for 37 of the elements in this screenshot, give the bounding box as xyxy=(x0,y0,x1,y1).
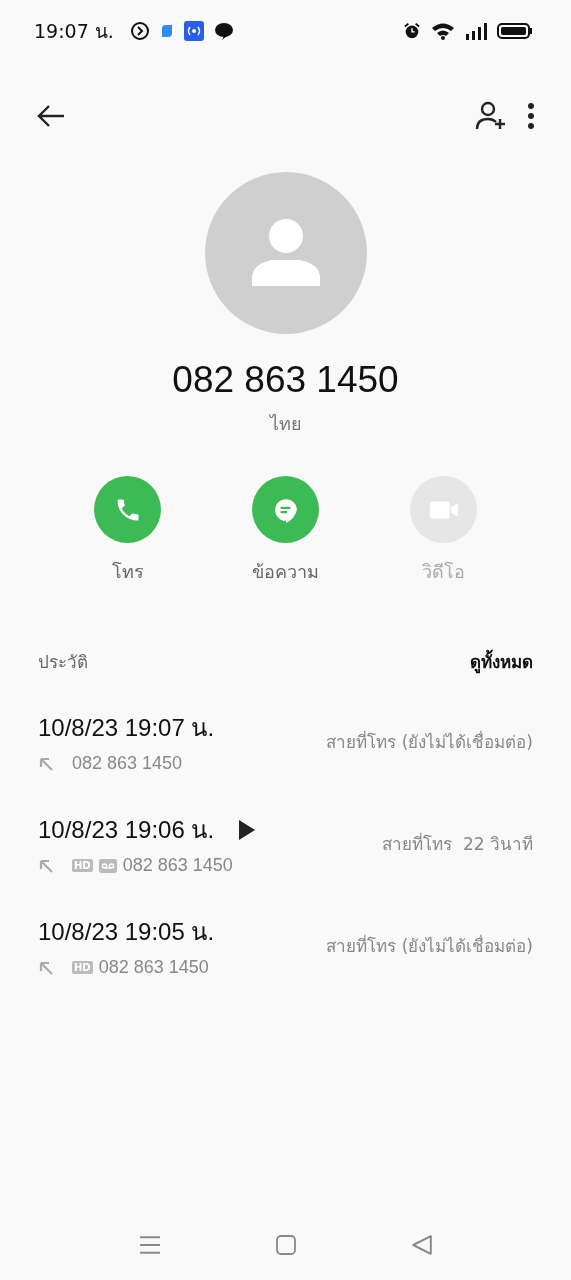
message-icon xyxy=(272,496,299,523)
signal-icon xyxy=(465,22,487,40)
phone-number: 082 863 1450 xyxy=(171,359,400,401)
location-label: ไทย xyxy=(269,412,302,436)
call-datetime: 10/8/23 19:07 น. xyxy=(38,713,215,743)
outgoing-arrow-icon xyxy=(38,857,54,874)
play-circle-icon xyxy=(129,21,150,41)
alarm-icon xyxy=(403,22,421,40)
call-datetime: 10/8/23 19:05 น. xyxy=(38,917,215,947)
battery-icon xyxy=(497,22,533,40)
message-action-button[interactable]: ข้อความ xyxy=(239,476,332,586)
back-icon[interactable] xyxy=(410,1234,433,1256)
app-icon xyxy=(159,24,174,38)
outgoing-arrow-icon xyxy=(38,959,54,976)
history-heading: ประวัติ xyxy=(38,651,88,674)
call-action-button[interactable]: โทร xyxy=(81,476,174,586)
home-icon[interactable] xyxy=(275,1235,296,1255)
chat-bubble-icon xyxy=(213,22,234,40)
see-all-link[interactable]: ดูทั้งหมด xyxy=(470,648,533,675)
call-number: 082 863 1450 xyxy=(122,855,233,876)
status-time: 19:07 น. xyxy=(34,19,114,44)
play-button[interactable] xyxy=(238,818,257,841)
back-button[interactable] xyxy=(36,104,66,128)
call-datetime: 10/8/23 19:06 น. xyxy=(38,815,215,845)
broadcast-icon xyxy=(183,21,204,41)
call-status: สายที่โทร 22 วินาที xyxy=(382,831,533,856)
call-number: 082 863 1450 xyxy=(98,957,209,978)
hd-badge: HD xyxy=(72,961,93,974)
menu-icon[interactable] xyxy=(138,1234,161,1256)
hd-badge: HD xyxy=(72,859,93,872)
more-options-button[interactable] xyxy=(527,102,535,130)
call-status: สายที่โทร (ยังไม่ได้เชื่อมต่อ) xyxy=(326,933,533,958)
add-contact-button[interactable] xyxy=(475,100,507,132)
call-number: 082 863 1450 xyxy=(72,753,183,774)
outgoing-arrow-icon xyxy=(38,755,54,772)
wifi-icon xyxy=(431,22,455,40)
call-status: สายที่โทร (ยังไม่ได้เชื่อมต่อ) xyxy=(326,729,533,754)
